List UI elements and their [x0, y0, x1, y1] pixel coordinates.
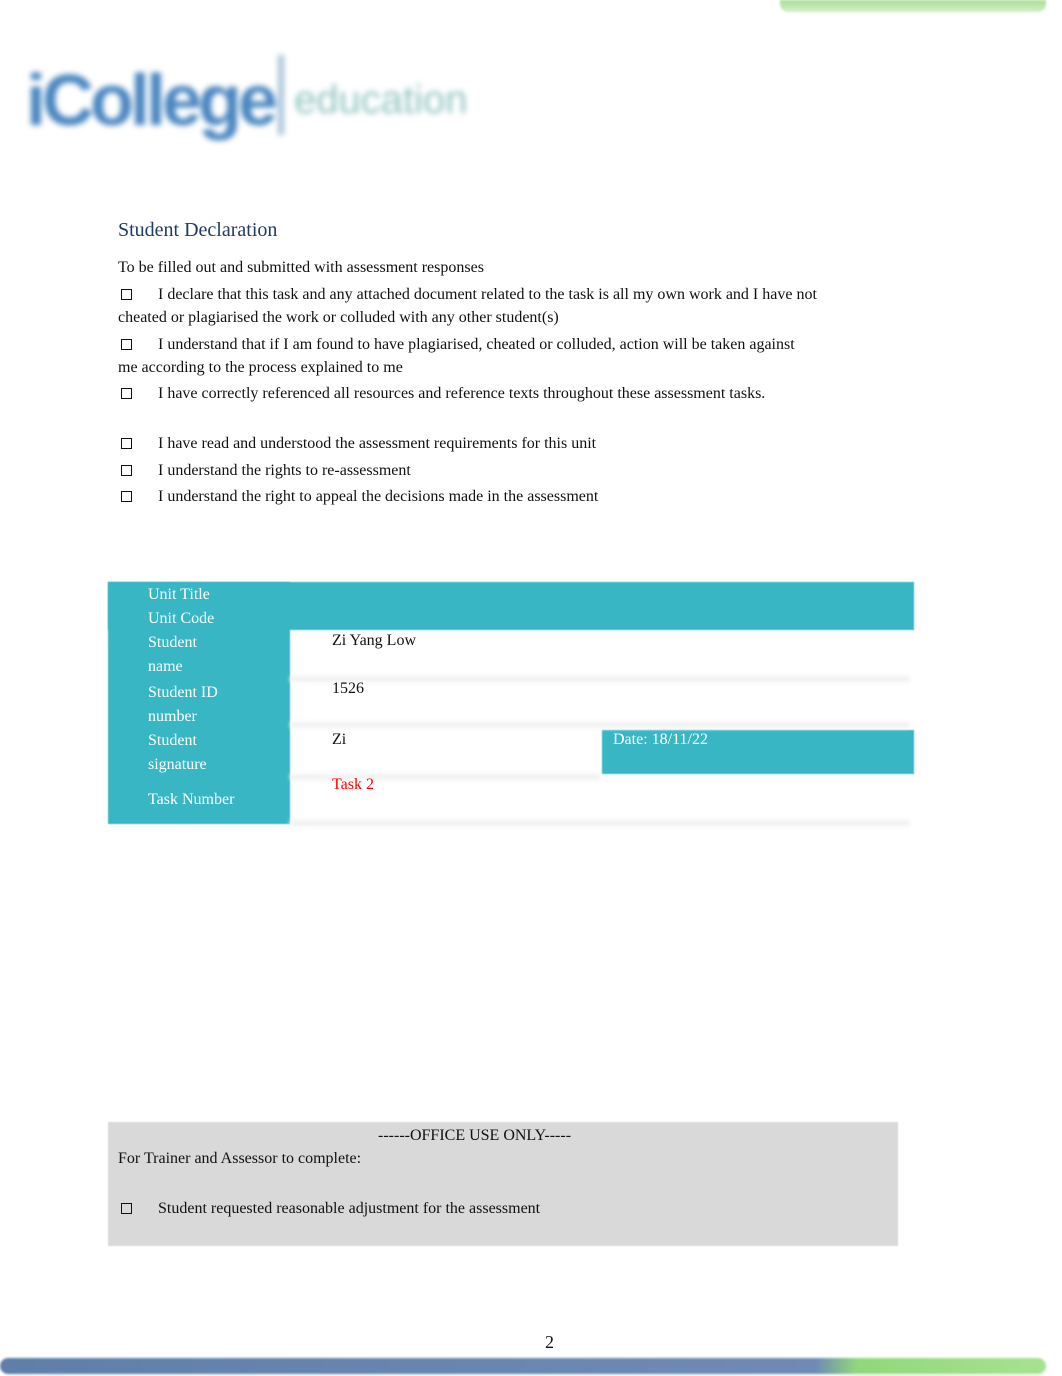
declaration-item: I understand that if I am found to have … — [118, 333, 818, 379]
page-number: 2 — [545, 1332, 554, 1352]
office-item: Student requested reasonable adjustment … — [118, 1200, 540, 1218]
declaration-item: I understand the rights to re-assessment — [118, 459, 818, 482]
checkbox[interactable] — [121, 438, 132, 449]
document-page: iCollege education Student Declaration To… — [0, 0, 1062, 1376]
footer-accent-bar — [0, 1358, 1046, 1374]
unit-code-label: Unit Code — [148, 610, 215, 627]
task-number-label: Task Number — [148, 791, 235, 808]
declaration-item-text: I declare that this task and any attache… — [118, 286, 817, 326]
office-title: ------OFFICE USE ONLY----- — [378, 1127, 572, 1144]
row-divider — [290, 676, 910, 682]
declaration-item: I declare that this task and any attache… — [118, 283, 818, 329]
office-subtitle: For Trainer and Assessor to complete: — [118, 1150, 362, 1167]
checkbox[interactable] — [121, 1203, 132, 1214]
office-item-text: Student requested reasonable adjustment … — [158, 1200, 541, 1217]
student-id-value[interactable]: 1526 — [332, 680, 364, 698]
date-value[interactable]: Date: 18/11/22 — [613, 731, 708, 749]
checkbox[interactable] — [121, 491, 132, 502]
checkbox[interactable] — [121, 388, 132, 399]
declaration-item-text: I have read and understood the assessmen… — [158, 435, 597, 452]
declaration-item: I have read and understood the assessmen… — [118, 432, 818, 455]
declaration-item: I understand the right to appeal the dec… — [118, 485, 818, 508]
signature-value[interactable]: Zi — [332, 731, 346, 749]
student-name-value[interactable]: Zi Yang Low — [332, 632, 416, 650]
row-divider — [290, 820, 910, 826]
task-number-value[interactable]: Task 2 — [332, 776, 374, 794]
declaration-item-text: I understand the right to appeal the dec… — [158, 488, 599, 505]
declaration-intro: To be filled out and submitted with asse… — [118, 259, 484, 276]
row-divider — [290, 722, 910, 728]
unit-title-label: Unit Title — [148, 586, 210, 603]
checkbox[interactable] — [121, 339, 132, 350]
student-id-label: Student ID number — [148, 684, 218, 725]
checkbox[interactable] — [121, 465, 132, 476]
declaration-item-text: I understand the rights to re-assessment — [158, 462, 411, 479]
signature-label: Student signature — [148, 732, 207, 773]
student-name-label: Student name — [148, 634, 197, 675]
declaration-title: Student Declaration — [118, 219, 278, 241]
declaration-item: I have correctly referenced all resource… — [118, 382, 788, 405]
header-accent-bar — [780, 0, 1046, 12]
declaration-item-text: I have correctly referenced all resource… — [158, 385, 766, 402]
declaration-item-text: I understand that if I am found to have … — [118, 336, 795, 376]
checkbox[interactable] — [121, 289, 132, 300]
college-logo: iCollege education — [26, 55, 468, 142]
